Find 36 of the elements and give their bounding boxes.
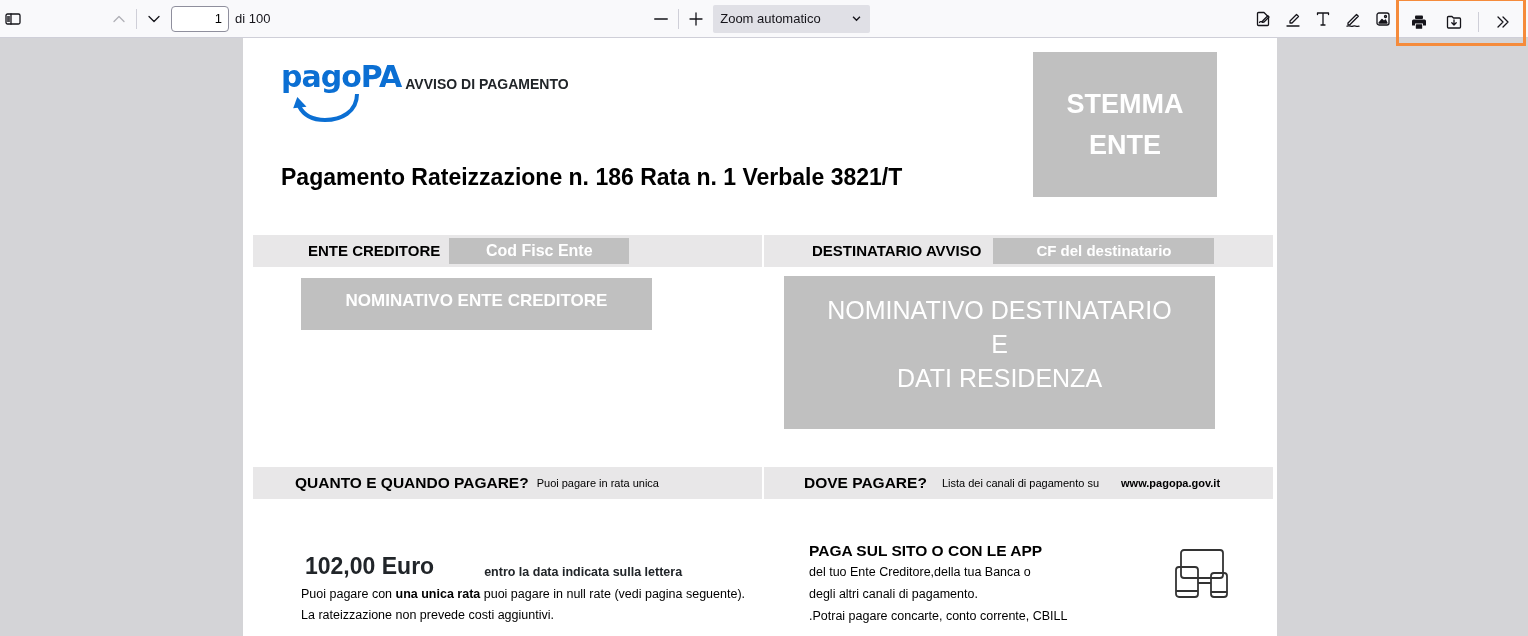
body-text: La rateizzazione non prevede costi aggiuntivi. [301, 607, 555, 625]
caret-icon [851, 13, 863, 24]
body-text: Puoi pagare con una unica rata puoi pagare in null rate (vedi pagina seguente). [301, 585, 747, 603]
section-title: DOVE PAGARE? [804, 473, 927, 494]
deadline-text: entro la data indicata sulla lettera [484, 563, 683, 581]
body-text: del tuo Ente Creditore,della tua Banca o [809, 564, 1032, 582]
fiscal-code-field: CF del destinatario [993, 238, 1215, 264]
section-title: QUANTO E QUANDO PAGARE? [295, 473, 529, 494]
document-pen-icon [1255, 10, 1271, 27]
section-note: Puoi pagare in rata unica [536, 475, 659, 491]
zoom-select[interactable]: Zoom automatico [713, 4, 871, 33]
coat-of-arms-field: STEMMA ENTE [1033, 52, 1217, 197]
channel-title: PAGA SUL SITO O CON LE APP [809, 541, 1044, 561]
website-text: www.pagopa.gov.it [1121, 475, 1221, 491]
text-icon [1315, 10, 1331, 27]
amount-text: 102,00 Euro [305, 552, 435, 581]
sidebar-icon [5, 10, 21, 27]
pagopa-logo: pagoPA [281, 62, 402, 122]
notice-title: Pagamento Rateizzazione n. 186 Rata n. 1 Verbale 3821/T [281, 163, 903, 192]
folder-download-icon [1446, 13, 1462, 30]
printer-icon [1411, 13, 1427, 30]
recipient-name-field: NOMINATIVO DESTINATARIO E DATI RESIDENZA [784, 276, 1215, 429]
field-label: DESTINATARIO AVVISO [812, 240, 982, 261]
page-number-input[interactable]: 1 [171, 5, 229, 32]
creditor-name-field: NOMINATIVO ENTE CREDITORE [301, 278, 652, 330]
field-label: ENTE CREDITORE [308, 240, 441, 261]
fiscal-code-field: Cod Fisc Ente [449, 238, 630, 264]
image-icon [1375, 10, 1391, 27]
body-text: degli altri canali di pagamento. [809, 586, 979, 604]
section-note: Lista dei canali di pagamento su [941, 475, 1100, 491]
page-count-label: di 100 [235, 9, 271, 28]
body-text: .Potrai pagare concarte, conto corrente, CBILL [809, 608, 1068, 625]
minus-icon [654, 17, 669, 20]
devices-icon [1175, 549, 1230, 599]
plus-icon [688, 10, 705, 27]
notice-heading: AVVISO DI PAGAMENTO [405, 75, 569, 94]
